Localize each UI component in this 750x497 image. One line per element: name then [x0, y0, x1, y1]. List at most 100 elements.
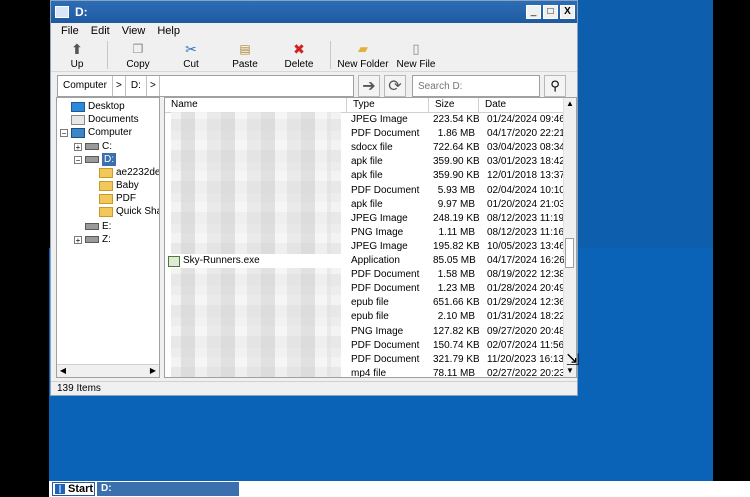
column-size[interactable]: Size: [429, 98, 479, 112]
start-logo-icon: [55, 484, 65, 494]
expand-icon[interactable]: +: [74, 235, 82, 244]
file-size: 1.11 MB: [438, 226, 476, 238]
breadcrumb-separator[interactable]: >: [147, 76, 160, 96]
file-size: 359.90 KB: [433, 156, 479, 168]
tree-horizontal-scrollbar[interactable]: ◀ ▶: [57, 364, 159, 377]
file-name-cell: [165, 127, 347, 141]
file-size: 651.66 KB: [433, 297, 479, 309]
column-type[interactable]: Type: [347, 98, 429, 112]
status-bar: 139 Items: [51, 381, 577, 395]
computer-icon: [71, 127, 85, 138]
copy-label: Copy: [126, 59, 150, 70]
file-row[interactable]: PDF Document 321.79 KB 11/20/2023 16:13: [165, 353, 564, 367]
file-size: 248.19 KB: [433, 212, 479, 224]
file-row[interactable]: JPEG Image 195.82 KB 10/05/2023 13:46: [165, 240, 564, 254]
file-type: mp4 file: [351, 367, 387, 378]
tree-item-c-drive[interactable]: + C:: [74, 140, 112, 153]
file-name-cell: [165, 296, 347, 310]
file-row[interactable]: mp4 file 78.11 MB 02/27/2022 20:23: [165, 367, 564, 378]
scroll-right-icon[interactable]: ▶: [147, 365, 159, 377]
tree-item-pdf[interactable]: PDF: [99, 192, 136, 205]
search-input[interactable]: [412, 75, 540, 97]
file-type: JPEG Image: [351, 240, 408, 252]
tree-item-desktop[interactable]: Desktop: [71, 100, 125, 113]
scroll-up-icon[interactable]: ▲: [564, 98, 576, 110]
file-date: 10/05/2023 13:46: [487, 240, 564, 252]
file-type: apk file: [351, 198, 383, 210]
file-type: PDF Document: [351, 283, 420, 295]
file-size: 223.54 KB: [433, 114, 479, 125]
file-type: Application: [351, 255, 400, 266]
breadcrumb-separator[interactable]: >: [113, 76, 126, 96]
breadcrumb-computer[interactable]: Computer: [58, 76, 113, 96]
file-date: 03/04/2023 08:34: [487, 142, 564, 154]
scrollbar-thumb[interactable]: [565, 238, 574, 268]
file-row[interactable]: PDF Document 1.23 MB 01/28/2024 20:49: [165, 282, 564, 296]
delete-button[interactable]: ✖ Delete: [272, 41, 326, 70]
file-row[interactable]: PNG Image 127.82 KB 09/27/2020 20:48: [165, 325, 564, 339]
tree-item-baby[interactable]: Baby: [99, 179, 139, 192]
list-vertical-scrollbar[interactable]: ▲ ▼: [563, 98, 576, 377]
collapse-icon[interactable]: −: [74, 155, 82, 164]
folder-icon: [99, 180, 113, 191]
file-date: 02/04/2024 10:10: [487, 184, 564, 196]
title-bar[interactable]: D: _ □ X: [51, 1, 577, 23]
tree-item-d-drive[interactable]: − D:: [74, 153, 116, 166]
maximize-button[interactable]: □: [543, 5, 558, 19]
new-file-button[interactable]: ▯ New File: [391, 41, 441, 70]
file-type: epub file: [351, 297, 389, 309]
column-date[interactable]: Date: [479, 98, 564, 112]
collapse-icon[interactable]: −: [60, 128, 68, 137]
tree-item-documents[interactable]: Documents: [71, 113, 139, 126]
tree-item-folder[interactable]: ae2232de6: [99, 166, 159, 179]
file-row[interactable]: PNG Image 1.11 MB 08/12/2023 11:16: [165, 226, 564, 240]
file-row[interactable]: epub file 651.66 KB 01/29/2024 12:36: [165, 296, 564, 310]
file-row[interactable]: sdocx file 722.64 KB 03/04/2023 08:34: [165, 141, 564, 155]
menu-file[interactable]: File: [55, 25, 85, 37]
file-row[interactable]: apk file 359.90 KB 12/01/2018 13:37: [165, 169, 564, 183]
file-row[interactable]: JPEG Image 248.19 KB 08/12/2023 11:19: [165, 212, 564, 226]
close-button[interactable]: X: [560, 5, 575, 19]
file-type: PNG Image: [351, 325, 404, 337]
file-row[interactable]: Sky-Runners.exe Application 85.05 MB 04/17/…: [165, 254, 564, 268]
tree-item-computer[interactable]: − Computer: [60, 126, 132, 139]
menu-view[interactable]: View: [116, 25, 152, 37]
up-label: Up: [70, 59, 84, 70]
file-row[interactable]: JPEG Image 223.54 KB 01/24/2024 09:46: [165, 113, 564, 127]
drive-icon: [85, 236, 99, 243]
folder-tree: Desktop Documents − Computer + C: − D: a…: [56, 97, 160, 378]
column-name[interactable]: Name: [165, 98, 347, 112]
new-folder-icon: ▰: [358, 41, 368, 56]
new-folder-button[interactable]: ▰ New Folder: [335, 41, 391, 70]
paste-button[interactable]: ▤ Paste: [218, 41, 272, 70]
file-size: 9.97 MB: [437, 198, 475, 210]
breadcrumb-d-drive[interactable]: D:: [126, 76, 147, 96]
cut-button[interactable]: ✂ Cut: [164, 41, 218, 70]
file-size: 195.82 KB: [433, 240, 479, 252]
tree-item-z-drive[interactable]: + Z:: [74, 233, 111, 246]
file-row[interactable]: PDF Document 5.93 MB 02/04/2024 10:10: [165, 184, 564, 198]
go-arrow-icon[interactable]: ➔: [358, 75, 380, 97]
file-name-cell: [165, 339, 347, 353]
tree-item-quick-share[interactable]: Quick Shar: [99, 205, 159, 218]
file-name-cell: [165, 198, 347, 212]
file-row[interactable]: apk file 359.90 KB 03/01/2023 18:42: [165, 155, 564, 169]
start-button[interactable]: Start: [52, 482, 95, 496]
tree-item-e-drive[interactable]: E:: [85, 220, 111, 233]
menu-help[interactable]: Help: [151, 25, 186, 37]
refresh-icon[interactable]: ⟳: [384, 75, 406, 97]
file-row[interactable]: apk file 9.97 MB 01/20/2024 21:03: [165, 198, 564, 212]
file-row[interactable]: epub file 2.10 MB 01/31/2024 18:22: [165, 310, 564, 324]
search-icon[interactable]: ⚲: [544, 75, 566, 97]
file-row[interactable]: PDF Document 1.86 MB 04/17/2020 22:21: [165, 127, 564, 141]
minimize-button[interactable]: _: [526, 5, 541, 19]
scroll-left-icon[interactable]: ◀: [57, 365, 69, 377]
menu-edit[interactable]: Edit: [85, 25, 116, 37]
file-row[interactable]: PDF Document 150.74 KB 02/07/2024 11:56: [165, 339, 564, 353]
file-row[interactable]: PDF Document 1.58 MB 08/19/2022 12:38: [165, 268, 564, 282]
breadcrumb[interactable]: Computer > D: >: [57, 75, 354, 97]
up-button[interactable]: ⬆ Up: [51, 41, 103, 70]
copy-button[interactable]: ❐ Copy: [112, 41, 164, 70]
expand-icon[interactable]: +: [74, 142, 82, 151]
taskbar-window-d[interactable]: D:: [97, 482, 239, 496]
